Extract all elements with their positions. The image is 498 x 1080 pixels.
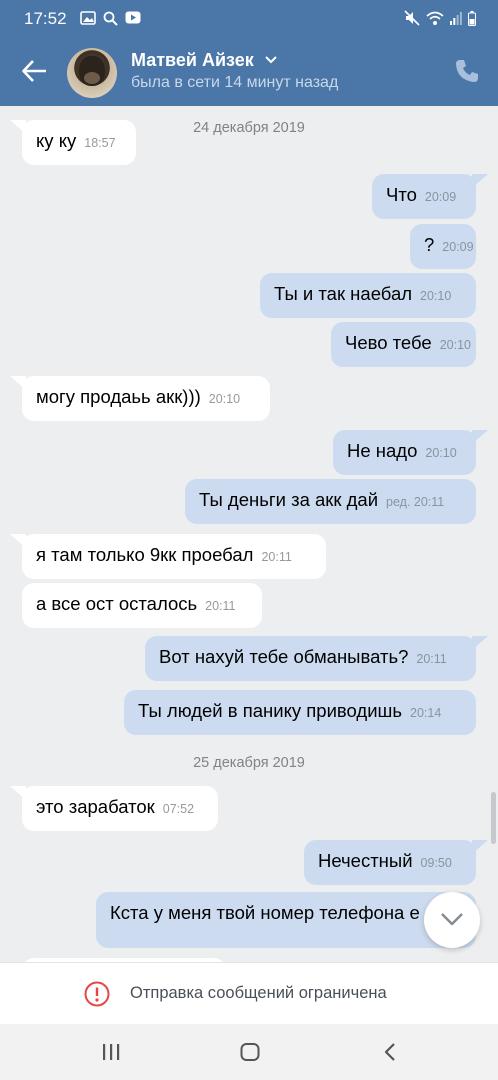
message-time: 20:09	[424, 190, 457, 204]
scrollbar[interactable]	[491, 792, 496, 844]
signal-icon	[450, 11, 462, 25]
bubble-tail	[10, 376, 26, 390]
restriction-text: Отправка сообщений ограничена	[130, 984, 387, 1002]
outgoing-message[interactable]: Нечестный 09:50	[304, 840, 476, 885]
message-time: 20:11	[205, 599, 236, 613]
message-time: 07:52	[162, 802, 195, 816]
message-text: я там только 9кк проебал	[36, 544, 254, 565]
bubble-tail	[472, 430, 488, 444]
message-time: 20:09	[442, 240, 474, 254]
message-time: 09:50	[420, 856, 452, 870]
wifi-icon	[426, 11, 444, 25]
outgoing-message[interactable]: Ты деньги за акк дай ред. 20:11	[185, 479, 476, 524]
restriction-bar: Отправка сообщений ограничена	[0, 962, 498, 1024]
message-text: Чево тебе	[345, 332, 432, 353]
outgoing-message[interactable]: Чево тебе 20:10	[331, 322, 476, 367]
message-text: это зарабаток	[36, 796, 155, 817]
bubble-tail	[472, 174, 488, 188]
message-text: Ты людей в панику приводишь	[138, 700, 403, 721]
gallery-icon	[80, 11, 96, 25]
message-time: 20:11	[416, 652, 447, 666]
chat-header: Матвей Айзек была в сети 14 минут назад	[0, 40, 498, 106]
message-time: ред. 20:11	[386, 495, 445, 509]
youtube-icon	[125, 11, 141, 24]
battery-icon	[468, 10, 476, 26]
contact-name-text: Матвей Айзек	[131, 50, 254, 70]
message-time: 18:57	[84, 136, 116, 150]
phone-call-icon[interactable]	[454, 58, 480, 84]
outgoing-message[interactable]: Не надо 20:10	[333, 430, 476, 475]
incoming-message[interactable]: я там только 9кк проебал 20:11	[22, 534, 326, 579]
message-text: Нечестный	[318, 850, 413, 871]
message-text: Ты деньги за акк дай	[199, 489, 379, 510]
message-text: могу продаьь акк)))	[36, 386, 201, 407]
status-bar: 17:52	[0, 0, 498, 36]
message-time: 20:10	[439, 338, 471, 352]
date-divider: 25 декабря 2019	[193, 755, 305, 771]
outgoing-message[interactable]: ? 20:09	[410, 224, 476, 269]
message-time: 20:10	[208, 392, 241, 406]
outgoing-message[interactable]: Вот нахуй тебе обманывать? 20:11	[145, 636, 476, 681]
incoming-message[interactable]: могу продаьь акк))) 20:10	[22, 376, 270, 421]
message-text: Что	[386, 184, 417, 205]
message-time: 20:10	[425, 446, 457, 460]
scroll-down-button[interactable]	[424, 892, 480, 948]
message-text: а все ост осталось	[36, 593, 198, 614]
last-seen: была в сети 14 минут назад	[131, 74, 339, 91]
message-text: Кста у меня твой номер телефона е	[110, 902, 420, 923]
incoming-message[interactable]: ку ку 18:57	[22, 120, 136, 165]
warning-icon	[84, 981, 110, 1007]
search-icon	[103, 11, 118, 26]
mute-icon	[404, 10, 420, 26]
back-arrow-icon[interactable]	[20, 56, 50, 86]
chevron-down-icon	[265, 56, 277, 64]
message-text: Вот нахуй тебе обманывать?	[159, 646, 409, 667]
message-list[interactable]: 24 декабря 2019 25 декабря 2019 ку ку 18:…	[0, 106, 498, 962]
recents-icon[interactable]	[101, 1043, 121, 1061]
system-nav-bar	[0, 1024, 498, 1080]
back-nav-icon[interactable]	[383, 1042, 397, 1062]
message-time: 20:10	[420, 289, 452, 303]
incoming-message[interactable]: это зарабаток 07:52	[22, 786, 218, 831]
incoming-message[interactable]: а все ост осталось 20:11	[22, 583, 262, 628]
outgoing-message[interactable]: Что 20:09	[372, 174, 476, 219]
message-time: 20:11	[261, 550, 292, 564]
status-time: 17:52	[24, 9, 67, 28]
outgoing-message[interactable]: Кста у меня твой номер телефона е	[96, 892, 476, 948]
contact-name[interactable]: Матвей Айзек	[131, 50, 277, 71]
message-text: Ты и так наебал	[274, 283, 413, 304]
message-text: Не надо	[347, 440, 418, 461]
message-time: 20:14	[410, 706, 442, 720]
outgoing-message[interactable]: Ты и так наебал 20:10	[260, 273, 476, 318]
avatar[interactable]	[67, 48, 117, 98]
outgoing-message[interactable]: Ты людей в панику приводишь 20:14	[124, 690, 476, 735]
chevron-down-icon	[441, 913, 463, 926]
message-text: ку ку	[36, 130, 77, 151]
top-bar: 17:52 Матвей Айзек была в сети 14 минут …	[0, 0, 498, 106]
home-icon[interactable]	[240, 1043, 260, 1061]
message-text: ?	[424, 234, 435, 255]
